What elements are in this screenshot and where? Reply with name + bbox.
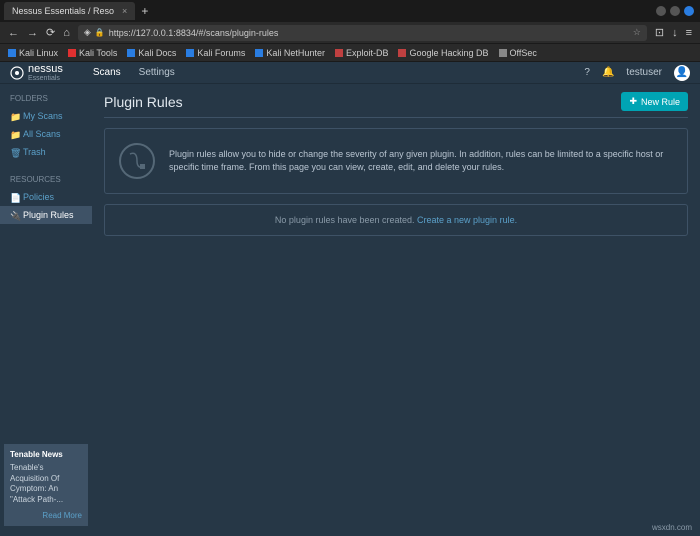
content-area: Plugin Rules ✚ New Rule Plugin rules all… bbox=[92, 84, 700, 536]
nav-scans[interactable]: Scans bbox=[93, 67, 121, 78]
shield-icon: ◈ bbox=[84, 27, 91, 38]
bookmark-label: Kali Tools bbox=[79, 48, 117, 58]
document-icon: 📄 bbox=[10, 193, 18, 201]
bookmark-item[interactable]: Kali Linux bbox=[8, 48, 58, 58]
page-header: Plugin Rules ✚ New Rule bbox=[104, 92, 688, 118]
sidebar-item-policies[interactable]: 📄 Policies bbox=[0, 188, 92, 206]
news-read-more[interactable]: Read More bbox=[10, 511, 82, 520]
bookmark-item[interactable]: Kali Docs bbox=[127, 48, 176, 58]
bookmark-icon bbox=[8, 49, 16, 57]
watermark: wsxdn.com bbox=[652, 523, 692, 532]
bookmark-item[interactable]: OffSec bbox=[499, 48, 537, 58]
browser-tab[interactable]: Nessus Essentials / Reso × bbox=[4, 2, 135, 20]
news-heading: Tenable News bbox=[10, 450, 82, 459]
bookmark-label: Kali NetHunter bbox=[266, 48, 325, 58]
sidebar-item-label: Policies bbox=[23, 192, 54, 202]
bookmarks-bar: Kali Linux Kali Tools Kali Docs Kali For… bbox=[0, 44, 700, 62]
bookmark-icon bbox=[499, 49, 507, 57]
folder-icon: 📁 bbox=[10, 112, 18, 120]
nessus-logo[interactable]: nessus Essentials bbox=[10, 63, 63, 82]
sidebar-item-label: Trash bbox=[23, 147, 46, 157]
info-text: Plugin rules allow you to hide or change… bbox=[169, 148, 673, 175]
notification-icon[interactable]: 🔔 bbox=[602, 67, 614, 78]
brand-sub: Essentials bbox=[28, 75, 63, 82]
news-body: Tenable's Acquisition Of Cymptom: An "At… bbox=[10, 463, 82, 505]
pocket-icon[interactable]: ⊡ bbox=[655, 26, 664, 39]
lock-icon: 🔒 bbox=[95, 28, 105, 37]
menu-icon[interactable]: ≡ bbox=[686, 27, 692, 39]
main-layout: FOLDERS 📁 My Scans 📁 All Scans 🗑 Trash RESO… bbox=[0, 84, 700, 536]
reload-icon[interactable]: ⟳ bbox=[46, 26, 55, 39]
maximize-icon[interactable] bbox=[670, 6, 680, 16]
forward-icon[interactable]: → bbox=[27, 27, 38, 39]
bookmark-label: Google Hacking DB bbox=[409, 48, 488, 58]
tab-title: Nessus Essentials / Reso bbox=[12, 6, 114, 16]
bookmark-icon bbox=[68, 49, 76, 57]
bookmark-item[interactable]: Kali Tools bbox=[68, 48, 117, 58]
bookmark-item[interactable]: Kali NetHunter bbox=[255, 48, 325, 58]
avatar[interactable]: 👤 bbox=[674, 65, 690, 81]
minimize-icon[interactable] bbox=[656, 6, 666, 16]
sidebar-item-label: My Scans bbox=[23, 111, 63, 121]
bookmark-icon bbox=[186, 49, 194, 57]
brand-name: nessus bbox=[28, 63, 63, 75]
bookmark-icon bbox=[398, 49, 406, 57]
page-title: Plugin Rules bbox=[104, 94, 183, 110]
header-right: ? 🔔 testuser 👤 bbox=[584, 65, 690, 81]
sidebar-item-label: All Scans bbox=[23, 129, 61, 139]
sidebar-item-plugin-rules[interactable]: 🔌 Plugin Rules bbox=[0, 206, 92, 224]
sidebar-item-trash[interactable]: 🗑 Trash bbox=[0, 143, 92, 161]
new-tab-button[interactable]: + bbox=[141, 4, 148, 18]
username[interactable]: testuser bbox=[626, 67, 662, 78]
bookmark-label: Kali Linux bbox=[19, 48, 58, 58]
url-text: https://127.0.0.1:8834/#/scans/plugin-ru… bbox=[109, 28, 279, 38]
bookmark-item[interactable]: Exploit-DB bbox=[335, 48, 389, 58]
bookmark-icon bbox=[255, 49, 263, 57]
info-box: Plugin rules allow you to hide or change… bbox=[104, 128, 688, 194]
browser-toolbar: ← → ⟳ ⌂ ◈ 🔒 https://127.0.0.1:8834/#/sca… bbox=[0, 22, 700, 44]
sidebar-item-my-scans[interactable]: 📁 My Scans bbox=[0, 107, 92, 125]
bookmark-icon bbox=[335, 49, 343, 57]
bookmark-star-icon[interactable]: ☆ bbox=[633, 27, 641, 38]
new-rule-button[interactable]: ✚ New Rule bbox=[621, 92, 688, 111]
folder-icon: 📁 bbox=[10, 130, 18, 138]
logo-icon bbox=[10, 66, 24, 80]
create-rule-link[interactable]: Create a new plugin rule. bbox=[417, 215, 517, 225]
empty-prefix: No plugin rules have been created. bbox=[275, 215, 417, 225]
plugin-icon: 🔌 bbox=[10, 211, 18, 219]
bookmark-label: Kali Forums bbox=[197, 48, 245, 58]
nav-settings[interactable]: Settings bbox=[139, 67, 175, 78]
empty-state: No plugin rules have been created. Creat… bbox=[104, 204, 688, 236]
help-icon[interactable]: ? bbox=[584, 67, 590, 78]
download-icon[interactable]: ↓ bbox=[672, 27, 678, 39]
close-icon[interactable]: × bbox=[122, 6, 127, 16]
home-icon[interactable]: ⌂ bbox=[63, 27, 70, 39]
sidebar-section-resources: RESOURCES bbox=[0, 171, 92, 188]
sidebar-item-label: Plugin Rules bbox=[23, 210, 74, 220]
close-window-icon[interactable] bbox=[684, 6, 694, 16]
bookmark-item[interactable]: Google Hacking DB bbox=[398, 48, 488, 58]
bookmark-item[interactable]: Kali Forums bbox=[186, 48, 245, 58]
url-bar[interactable]: ◈ 🔒 https://127.0.0.1:8834/#/scans/plugi… bbox=[78, 25, 647, 41]
plus-icon: ✚ bbox=[629, 96, 637, 107]
app-nav: Scans Settings bbox=[93, 67, 175, 78]
bookmark-label: Exploit-DB bbox=[346, 48, 389, 58]
sidebar-item-all-scans[interactable]: 📁 All Scans bbox=[0, 125, 92, 143]
plugin-rules-icon bbox=[119, 143, 155, 179]
trash-icon: 🗑 bbox=[10, 148, 18, 156]
new-rule-label: New Rule bbox=[641, 97, 680, 107]
bookmark-label: Kali Docs bbox=[138, 48, 176, 58]
news-card: Tenable News Tenable's Acquisition Of Cy… bbox=[4, 444, 88, 526]
sidebar-section-folders: FOLDERS bbox=[0, 90, 92, 107]
back-icon[interactable]: ← bbox=[8, 27, 19, 39]
app-header: nessus Essentials Scans Settings ? 🔔 tes… bbox=[0, 62, 700, 84]
bookmark-icon bbox=[127, 49, 135, 57]
sidebar: FOLDERS 📁 My Scans 📁 All Scans 🗑 Trash RESO… bbox=[0, 84, 92, 536]
browser-tab-strip: Nessus Essentials / Reso × + bbox=[0, 0, 700, 22]
window-controls bbox=[656, 6, 694, 16]
bookmark-label: OffSec bbox=[510, 48, 537, 58]
